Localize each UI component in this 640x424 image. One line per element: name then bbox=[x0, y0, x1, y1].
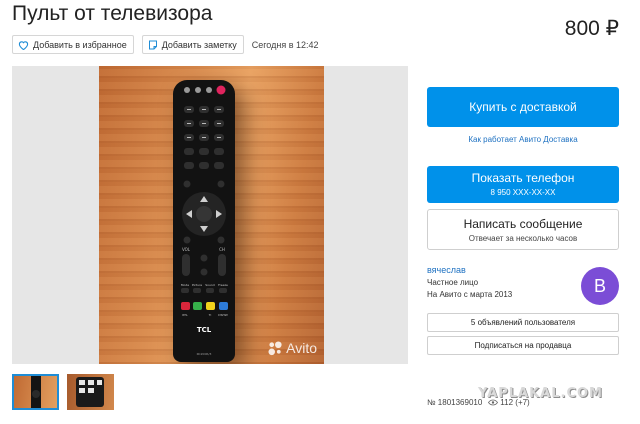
seller-block: вячеслав Частное лицо На Авито с марта 2… bbox=[427, 265, 619, 310]
photo-gallery[interactable]: VOL CH Mode Picture Sound Freeze RTL Ti … bbox=[12, 66, 408, 364]
vol-label: VOL bbox=[182, 247, 191, 252]
avito-photo-watermark: Avito bbox=[268, 340, 317, 356]
ch-label: CH bbox=[219, 247, 225, 252]
show-phone-button[interactable]: Показать телефон 8 950 XXX-XX-XX bbox=[427, 166, 619, 203]
add-to-favorites-label: Добавить в избранное bbox=[33, 39, 127, 50]
ad-number: № 1801369010 bbox=[427, 398, 483, 407]
listing-actions: Добавить в избранное Добавить заметку Се… bbox=[12, 35, 319, 54]
delivery-info-link[interactable]: Как работает Авито Доставка bbox=[427, 135, 619, 144]
avito-dots-icon bbox=[268, 340, 282, 355]
remote-label-sound: Sound bbox=[205, 283, 215, 287]
remote-model: RC200R/3 bbox=[197, 352, 212, 356]
add-note-label: Добавить заметку bbox=[161, 39, 237, 50]
seller-avatar[interactable]: В bbox=[581, 267, 619, 305]
subscribe-seller-button[interactable]: Подписаться на продавца bbox=[427, 336, 619, 355]
thumbnail-remote-graphic bbox=[31, 376, 41, 408]
site-watermark: YAPLAKAL.COM bbox=[478, 386, 603, 401]
remote-color-label-ti: Ti bbox=[208, 313, 212, 317]
user-ads-button[interactable]: 5 объявлений пользователя bbox=[427, 313, 619, 332]
show-phone-label: Показать телефон bbox=[471, 171, 575, 185]
listing-title: Пульт от телевизора bbox=[12, 2, 213, 25]
add-note-button[interactable]: Добавить заметку bbox=[141, 35, 244, 54]
remote-brand: TCL bbox=[197, 326, 212, 334]
write-message-button[interactable]: Написать сообщение Отвечает за несколько… bbox=[427, 209, 619, 250]
buy-with-delivery-button[interactable]: Купить с доставкой bbox=[427, 87, 619, 127]
listing-price: 800 ₽ bbox=[564, 17, 619, 40]
note-icon bbox=[148, 40, 157, 49]
posted-time: Сегодня в 12:42 bbox=[251, 39, 319, 50]
phone-number: 8 950 XXX-XX-XX bbox=[490, 188, 556, 197]
thumbnail-remote-back-graphic bbox=[76, 377, 104, 407]
remote-color-label-rtl: RTL bbox=[182, 313, 188, 317]
write-message-label: Написать сообщение bbox=[463, 217, 583, 231]
remote-buttons-graphic: VOL CH Mode Picture Sound Freeze RTL Ti … bbox=[181, 85, 228, 356]
thumbnail-2[interactable] bbox=[67, 374, 114, 410]
tv-remote-image: VOL CH Mode Picture Sound Freeze RTL Ti … bbox=[173, 80, 235, 362]
main-photo[interactable]: VOL CH Mode Picture Sound Freeze RTL Ti … bbox=[99, 66, 324, 364]
avito-watermark-text: Avito bbox=[286, 340, 317, 356]
remote-color-label-dshw: DSHW bbox=[218, 313, 227, 317]
remote-label-mode: Mode bbox=[181, 283, 189, 287]
response-time: Отвечает за несколько часов bbox=[468, 234, 578, 243]
remote-label-picture: Picture bbox=[192, 283, 202, 287]
thumbnail-1[interactable] bbox=[12, 374, 59, 410]
heart-icon bbox=[18, 40, 29, 50]
add-to-favorites-button[interactable]: Добавить в избранное bbox=[12, 35, 134, 54]
remote-label-freeze: Freeze bbox=[218, 283, 228, 287]
thumbnail-strip bbox=[12, 374, 122, 410]
